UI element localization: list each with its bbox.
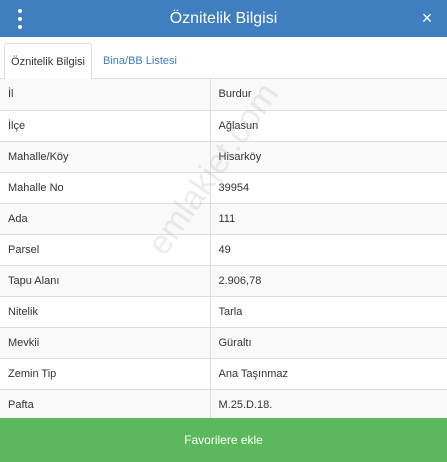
table-row: Pafta M.25.D.18. [0, 389, 447, 418]
row-value: Ana Taşınmaz [210, 358, 447, 390]
tab-building-list[interactable]: Bina/BB Listesi [96, 43, 184, 79]
row-key: Zemin Tip [0, 358, 211, 390]
tab-attribute-info[interactable]: Öznitelik Bilgisi [4, 43, 92, 80]
table-row: Mevkii Güraltı [0, 327, 447, 359]
table-row: Mahalle No 39954 [0, 172, 447, 204]
row-value: M.25.D.18. [210, 389, 447, 418]
row-value: Hisarköy [210, 141, 447, 173]
row-value: Ağlasun [210, 110, 447, 142]
attribute-table: İl Burdur İlçe Ağlasun Mahalle/Köy Hisar… [0, 79, 447, 418]
menu-dot [18, 25, 22, 29]
row-value: Burdur [210, 79, 447, 111]
attribute-panel: Öznitelik Bilgisi × Öznitelik Bilgisi Bi… [0, 0, 447, 462]
row-value: 111 [210, 203, 447, 235]
add-to-favorites-button[interactable]: Favorilere ekle [0, 418, 447, 462]
row-key: Tapu Alanı [0, 265, 211, 297]
table-row: İlçe Ağlasun [0, 110, 447, 142]
table-row: Mahalle/Köy Hisarköy [0, 141, 447, 173]
panel-header: Öznitelik Bilgisi × [0, 0, 447, 37]
table-row: Tapu Alanı 2.906,78 [0, 265, 447, 297]
table-row: Ada 111 [0, 203, 447, 235]
row-key: İl [0, 79, 211, 111]
menu-dot [18, 9, 22, 13]
row-key: Pafta [0, 389, 211, 418]
row-key: Parsel [0, 234, 211, 266]
row-key: Ada [0, 203, 211, 235]
row-key: Mevkii [0, 327, 211, 359]
tab-bar: Öznitelik Bilgisi Bina/BB Listesi [0, 37, 447, 80]
row-key: Nitelik [0, 296, 211, 328]
close-icon[interactable]: × [417, 7, 437, 29]
attribute-table-container: İl Burdur İlçe Ağlasun Mahalle/Köy Hisar… [0, 79, 447, 418]
row-value: 39954 [210, 172, 447, 204]
row-value: Güraltı [210, 327, 447, 359]
table-row: İl Burdur [0, 79, 447, 111]
row-key: İlçe [0, 110, 211, 142]
row-value: 2.906,78 [210, 265, 447, 297]
row-value: Tarla [210, 296, 447, 328]
table-row: Zemin Tip Ana Taşınmaz [0, 358, 447, 390]
table-row: Nitelik Tarla [0, 296, 447, 328]
row-key: Mahalle/Köy [0, 141, 211, 173]
vertical-ellipsis-icon[interactable] [12, 9, 28, 29]
row-key: Mahalle No [0, 172, 211, 204]
row-value: 49 [210, 234, 447, 266]
menu-dot [18, 17, 22, 21]
table-row: Parsel 49 [0, 234, 447, 266]
panel-title: Öznitelik Bilgisi [169, 9, 278, 27]
